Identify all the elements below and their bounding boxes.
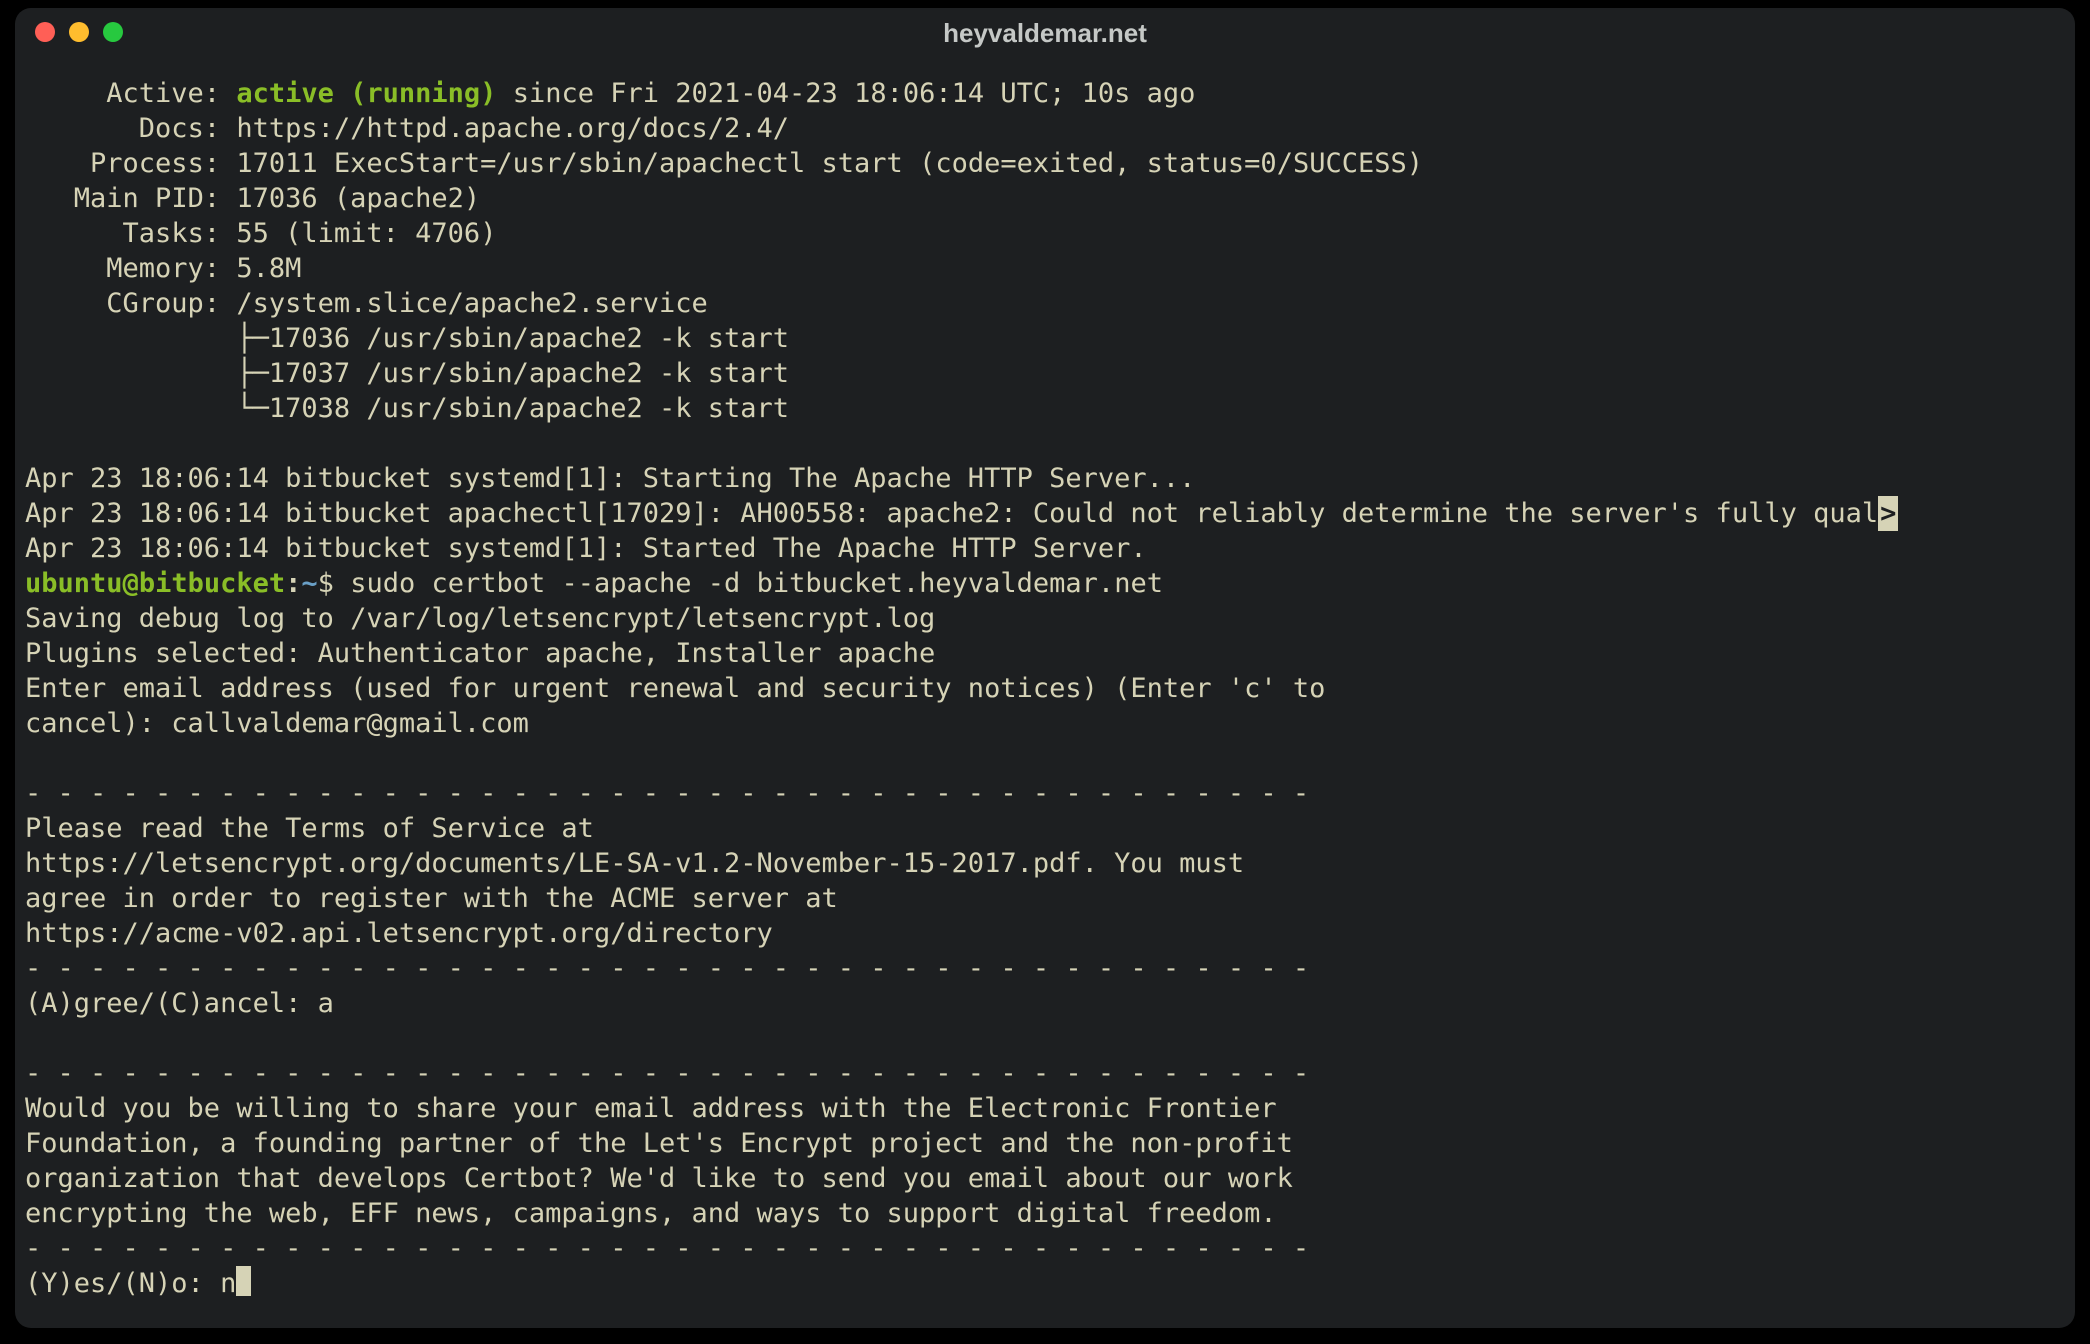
shell-prompt[interactable]: ubuntu@bitbucket:~$ sudo certbot --apach… (25, 568, 1163, 599)
window-title: heyvaldemar.net (943, 18, 1147, 49)
tos-line: https://letsencrypt.org/documents/LE-SA-… (25, 848, 1244, 879)
titlebar: heyvaldemar.net (15, 8, 2075, 58)
minimize-icon[interactable] (69, 22, 89, 42)
terminal-output[interactable]: Active: active (running) since Fri 2021-… (15, 58, 2075, 1311)
status-line-cgroup: CGroup: /system.slice/apache2.service (25, 288, 708, 319)
divider-line: - - - - - - - - - - - - - - - - - - - - … (25, 1058, 1309, 1089)
tos-line: Please read the Terms of Service at (25, 813, 594, 844)
status-line-memory: Memory: 5.8M (25, 253, 301, 284)
prompt-path: ~ (301, 568, 317, 599)
status-line-mainpid: Main PID: 17036 (apache2) (25, 183, 480, 214)
traffic-lights (35, 22, 123, 42)
tos-line: agree in order to register with the ACME… (25, 883, 838, 914)
divider-line: - - - - - - - - - - - - - - - - - - - - … (25, 778, 1309, 809)
agree-prompt[interactable]: (A)gree/(C)ancel: a (25, 988, 334, 1019)
close-icon[interactable] (35, 22, 55, 42)
log-line: Apr 23 18:06:14 bitbucket apachectl[1702… (25, 498, 1898, 529)
status-line-tasks: Tasks: 55 (limit: 4706) (25, 218, 496, 249)
maximize-icon[interactable] (103, 22, 123, 42)
certbot-line: Plugins selected: Authenticator apache, … (25, 638, 935, 669)
cursor-icon (236, 1266, 251, 1296)
status-line-docs: Docs: https://httpd.apache.org/docs/2.4/ (25, 113, 789, 144)
active-state: active (running) (236, 78, 496, 109)
cgroup-tree-line: └─17038 /usr/sbin/apache2 -k start (25, 393, 789, 424)
certbot-line: Enter email address (used for urgent ren… (25, 673, 1325, 704)
prompt-user: ubuntu (25, 568, 123, 599)
eff-line: encrypting the web, EFF news, campaigns,… (25, 1198, 1277, 1229)
eff-line: Would you be willing to share your email… (25, 1093, 1277, 1124)
cgroup-tree-line: ├─17037 /usr/sbin/apache2 -k start (25, 358, 789, 389)
terminal-window: heyvaldemar.net Active: active (running)… (15, 8, 2075, 1328)
eff-line: organization that develops Certbot? We'd… (25, 1163, 1293, 1194)
certbot-line: Saving debug log to /var/log/letsencrypt… (25, 603, 935, 634)
cgroup-tree-line: ├─17036 /usr/sbin/apache2 -k start (25, 323, 789, 354)
eff-line: Foundation, a founding partner of the Le… (25, 1128, 1293, 1159)
status-line-process: Process: 17011 ExecStart=/usr/sbin/apach… (25, 148, 1423, 179)
divider-line: - - - - - - - - - - - - - - - - - - - - … (25, 953, 1309, 984)
tos-line: https://acme-v02.api.letsencrypt.org/dir… (25, 918, 773, 949)
status-line-active: Active: active (running) since Fri 2021-… (25, 78, 1195, 109)
certbot-line: cancel): callvaldemar@gmail.com (25, 708, 529, 739)
divider-line: - - - - - - - - - - - - - - - - - - - - … (25, 1233, 1309, 1264)
yesno-prompt[interactable]: (Y)es/(N)o: n (25, 1268, 251, 1299)
log-line: Apr 23 18:06:14 bitbucket systemd[1]: St… (25, 463, 1195, 494)
truncation-mark: > (1878, 496, 1898, 531)
log-line: Apr 23 18:06:14 bitbucket systemd[1]: St… (25, 533, 1147, 564)
command-text: sudo certbot --apache -d bitbucket.heyva… (350, 568, 1163, 599)
prompt-host: bitbucket (139, 568, 285, 599)
